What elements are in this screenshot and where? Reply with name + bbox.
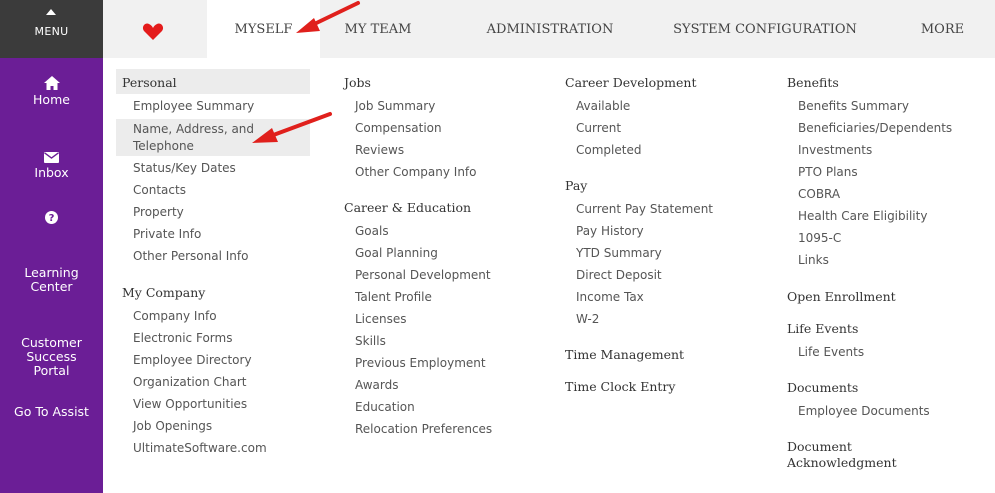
annotation-arrow-icon [252, 112, 332, 143]
annotation-arrow-icon [296, 1, 360, 33]
annotation-arrows [252, 1, 360, 143]
